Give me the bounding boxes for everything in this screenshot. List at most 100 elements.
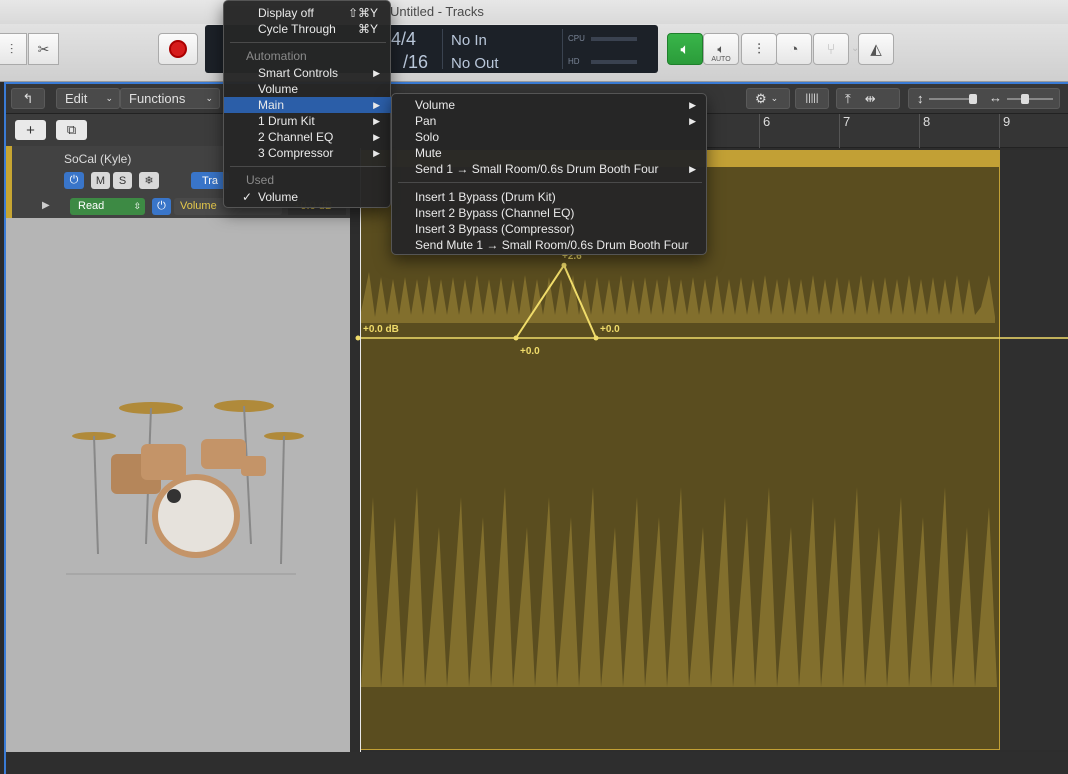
slider-thumb[interactable] [1021, 94, 1029, 104]
menu-item-used-volume[interactable]: ✓ Volume [224, 189, 392, 205]
settings-button[interactable]: ⚙ ⌄ [746, 88, 790, 109]
shortcut: ⇧⌘Y [347, 6, 378, 20]
horizontal-scrollbar[interactable] [350, 752, 1068, 774]
menu-separator [398, 182, 702, 183]
automation-node[interactable] [561, 262, 567, 268]
submenu-item-insert2-bypass[interactable]: Insert 2 Bypass (Channel EQ) [392, 205, 708, 221]
submenu-item-insert3-bypass[interactable]: Insert 3 Bypass (Compressor) [392, 221, 708, 237]
submenu-item-insert1-bypass[interactable]: Insert 1 Bypass (Drum Kit) [392, 189, 708, 205]
waveform-icon: ||||| [805, 93, 819, 104]
menu-item-label: 2 Channel EQ [258, 130, 334, 144]
vertical-zoom-icon: ↕ [917, 91, 924, 106]
tuner-button[interactable]: ⑂ [813, 33, 849, 65]
submenu-item-pan[interactable]: Pan ▶ [392, 113, 708, 129]
menu-item-volume[interactable]: Volume [224, 81, 392, 97]
metronome-button[interactable]: ◭ [858, 33, 894, 65]
automation-node[interactable] [593, 335, 599, 341]
automation-peak [515, 263, 597, 339]
horizontal-zoom-icon: ↔ [989, 90, 1002, 105]
fit-horizontal-icon: ⇹ [864, 90, 876, 106]
waveform-zoom-button[interactable]: ||||| [795, 88, 829, 109]
submenu-item-volume[interactable]: Volume ▶ [392, 97, 708, 113]
faders-icon: ⫶ [757, 40, 761, 58]
speaker-button[interactable]: 🔈︎ [667, 33, 703, 65]
menu-section-automation: Automation [246, 49, 307, 63]
automation-menu[interactable]: Display off ⇧⌘Y Cycle Through ⌘Y Automatio… [223, 0, 392, 208]
speaker-small-icon: 🔈︎ [717, 41, 725, 56]
ruler-tick [999, 114, 1000, 148]
automation-mode-select[interactable]: Read ⇳ [70, 198, 145, 215]
automation-node[interactable] [513, 335, 519, 341]
automation-button[interactable]: 🔈︎ AUTO [703, 33, 739, 65]
submenu-arrow-icon: ▶ [373, 148, 380, 158]
slider-thumb[interactable] [969, 94, 977, 104]
submenu-arrow-icon: ▶ [689, 116, 696, 126]
edit-menu[interactable]: Edit ⌄ [56, 88, 120, 109]
solo-button[interactable]: S [113, 172, 132, 189]
main-submenu[interactable]: Volume ▶ Pan ▶ Solo Mute Send 1 → Small Ro… [391, 93, 707, 255]
menu-item-channel-eq[interactable]: 2 Channel EQ ▶ [224, 129, 392, 145]
menu-item-smart-controls[interactable]: Smart Controls ▶ [224, 65, 392, 81]
checkmark-icon: ✓ [242, 190, 253, 204]
performance-button[interactable]: ◔ [776, 33, 812, 65]
menu-item-label: Insert 3 Bypass (Compressor) [415, 222, 575, 236]
automation-start-label: +0.0 dB [363, 324, 399, 335]
menu-item-label: Send Mute 1 → Small Room/0.6s Drum Booth… [415, 238, 689, 252]
submenu-item-mute[interactable]: Mute [392, 145, 708, 161]
zoom-fit-group[interactable]: ⤒ ⇹ [836, 88, 900, 109]
horizontal-zoom-slider[interactable] [1007, 98, 1053, 100]
menu-item-compressor[interactable]: 3 Compressor ▶ [224, 145, 392, 161]
automation-node-label: +0.0 [520, 346, 540, 357]
menu-item-label: Cycle Through [258, 22, 336, 36]
shortcut: ⌘Y [357, 22, 378, 36]
add-track-button[interactable]: + [15, 120, 46, 140]
menu-item-label: Insert 1 Bypass (Drum Kit) [415, 190, 556, 204]
functions-menu[interactable]: Functions ⌄ [120, 88, 220, 109]
functions-menu-label: Functions [129, 91, 186, 106]
zoom-sliders[interactable]: ↕ ↔ [908, 88, 1060, 109]
automation-curve[interactable]: +0.0 dB +0.0+2.6+0.0 [350, 244, 1068, 544]
menu-item-main[interactable]: Main ▶ [224, 97, 392, 113]
menu-item-label: Solo [415, 130, 440, 144]
automation-enable-button[interactable]: ⏻ [152, 198, 171, 215]
track-on-button[interactable]: ⏻ [64, 172, 84, 189]
submenu-arrow-icon: ▶ [373, 132, 380, 142]
mixer-button[interactable]: ⫶ [741, 33, 777, 65]
submenu-item-send-mute1[interactable]: Send Mute 1 → Small Room/0.6s Drum Booth… [392, 237, 708, 253]
disclosure-triangle-icon[interactable]: ▶ [42, 200, 50, 211]
metronome-icon: ◭ [870, 41, 882, 58]
submenu-item-send1[interactable]: Send 1 → Small Room/0.6s Drum Booth Four… [392, 161, 708, 177]
add-folder-button[interactable]: ⧉ [56, 120, 87, 140]
duplicate-track-icon: ⧉ [66, 122, 77, 137]
window-title: Untitled - Tracks [390, 4, 484, 19]
scissors-icon[interactable]: ✂ [28, 33, 59, 65]
speaker-icon: 🔈︎ [680, 40, 690, 58]
power-icon: ⏻ [69, 174, 79, 186]
mixer-icon[interactable]: ⫶ [0, 33, 27, 65]
ruler-bar-9: 9 [1003, 114, 1011, 129]
menu-item-label: Main [258, 98, 285, 112]
menu-item-cycle-through[interactable]: Cycle Through ⌘Y [224, 21, 392, 37]
track-name[interactable]: SoCal (Kyle) [64, 152, 131, 166]
automation-node-label: +0.0 [600, 324, 620, 335]
submenu-item-solo[interactable]: Solo [392, 129, 708, 145]
midi-in: No In [451, 32, 487, 49]
ruler-bar-6: 6 [763, 114, 771, 129]
mute-button[interactable]: M [91, 172, 110, 189]
menu-item-display-off[interactable]: Display off ⇧⌘Y [224, 5, 392, 21]
menu-separator [230, 42, 386, 43]
menu-item-label: 3 Compressor [258, 146, 334, 160]
ruler-bar-8: 8 [923, 114, 931, 129]
menu-item-drum-kit[interactable]: 1 Drum Kit ▶ [224, 113, 392, 129]
tuning-fork-icon: ⑂ [826, 40, 836, 58]
hd-label: HD [568, 57, 580, 66]
playhead[interactable] [360, 148, 361, 774]
menu-item-label: Volume [258, 190, 299, 204]
freeze-button[interactable]: ❄ [139, 172, 159, 189]
back-arrow-button[interactable]: ↰ [11, 88, 45, 109]
fit-vertical-icon: ⤒ [845, 90, 851, 106]
title-bar: Untitled - Tracks [0, 0, 1068, 24]
record-button[interactable] [158, 33, 198, 65]
automation-mode-value: Read [78, 200, 105, 212]
time-signature-top: 4/4 [391, 29, 417, 49]
